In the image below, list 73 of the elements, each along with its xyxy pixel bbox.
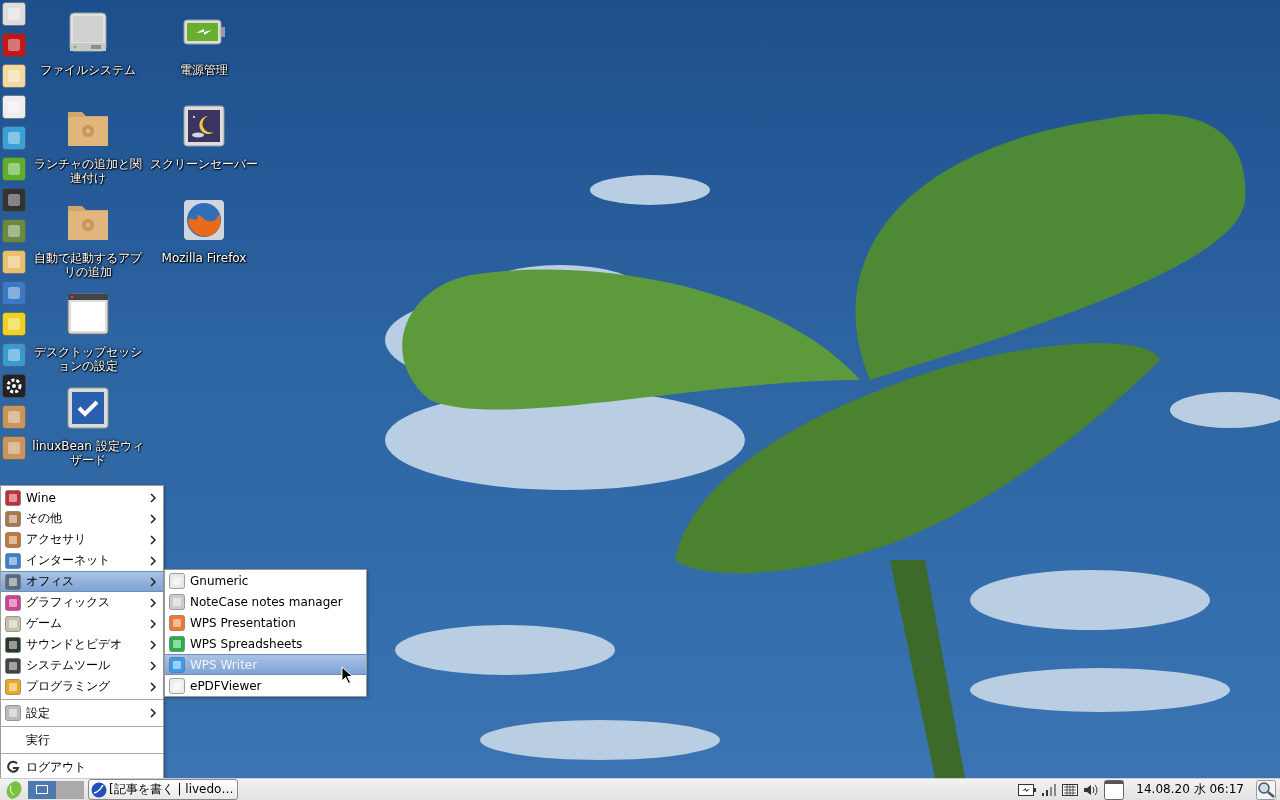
menu-item[interactable]: ゲーム — [1, 613, 163, 634]
category-icon — [5, 489, 21, 506]
window-icon[interactable] — [66, 292, 110, 336]
desktop-icon-label[interactable]: 自動で起動するアプリの追加 — [32, 251, 144, 279]
chevron-right-icon — [149, 639, 157, 650]
checkmark-icon[interactable] — [66, 386, 110, 430]
app-icon — [169, 677, 185, 694]
clock[interactable]: 14.08.20 水 06:17 — [1136, 781, 1244, 798]
menu-item[interactable]: プログラミング — [1, 676, 163, 697]
logout-icon — [5, 759, 21, 775]
menu-item[interactable]: WPS Spreadsheets — [165, 633, 366, 654]
chevron-right-icon — [149, 555, 157, 566]
category-icon — [5, 552, 21, 569]
speaker-icon[interactable] — [1084, 783, 1099, 796]
menu-item[interactable]: システムツール — [1, 655, 163, 676]
chevron-right-icon — [149, 513, 157, 524]
desktop-icon-label[interactable]: linuxBean 設定ウィザード — [32, 439, 144, 467]
desktop-icon-label[interactable]: ファイルシステム — [32, 63, 144, 77]
window-icon[interactable] — [1104, 779, 1125, 800]
chevron-right-icon — [149, 576, 157, 587]
desktop-icon-label[interactable]: 電源管理 — [148, 63, 260, 77]
app-icon — [169, 656, 185, 673]
window-outline-icon — [36, 785, 48, 794]
browser-globe-icon[interactable] — [182, 198, 226, 242]
browser-globe-icon — [91, 781, 107, 798]
menu-item[interactable]: その他 — [1, 508, 163, 529]
menu-item[interactable]: NoteCase notes manager — [165, 591, 366, 612]
category-icon — [5, 573, 21, 590]
chevron-right-icon — [149, 618, 157, 629]
taskbar-window-button[interactable]: [記事を書く | livedo… — [88, 779, 239, 800]
chevron-right-icon — [149, 708, 157, 718]
menu-item[interactable]: オフィス — [1, 571, 163, 592]
search-icon[interactable] — [1256, 779, 1276, 800]
category-icon — [5, 705, 21, 721]
menu-item[interactable]: アクセサリ — [1, 529, 163, 550]
menu-item[interactable]: 実行 — [1, 729, 163, 751]
app-icon — [169, 593, 185, 610]
gear-icon[interactable] — [2, 374, 26, 398]
keyboard-icon[interactable] — [1062, 783, 1079, 796]
signal-bars-icon[interactable] — [1042, 783, 1057, 796]
menu-item[interactable]: ログアウト — [1, 756, 163, 778]
menu-item[interactable]: WPS Presentation — [165, 612, 366, 633]
desktop-icon-label[interactable]: ランチャの追加と関連付け — [32, 157, 144, 185]
hard-drive-icon[interactable] — [66, 10, 110, 54]
app-icon — [169, 614, 185, 631]
category-icon — [5, 531, 21, 548]
menu-item[interactable]: 設定 — [1, 702, 163, 724]
desktop-icon-label[interactable]: デスクトップセッションの設定 — [32, 345, 144, 373]
desktop-icon-label[interactable]: Mozilla Firefox — [148, 251, 260, 265]
menu-item[interactable]: ePDFViewer — [165, 675, 366, 696]
chevron-right-icon — [149, 597, 157, 608]
moon-picture-icon[interactable] — [182, 104, 226, 148]
menu-item[interactable]: サウンドとビデオ — [1, 634, 163, 655]
category-icon — [5, 636, 21, 653]
app-icon — [169, 572, 185, 589]
menu-item[interactable]: Wine — [1, 487, 163, 508]
category-icon — [5, 615, 21, 632]
category-icon — [5, 510, 21, 527]
category-icon — [5, 657, 21, 674]
menu-item[interactable]: グラフィックス — [1, 592, 163, 613]
chevron-right-icon — [149, 534, 157, 545]
category-icon — [5, 678, 21, 695]
workspace-button[interactable] — [28, 780, 56, 799]
desktop-icon-label[interactable]: スクリーンセーバー — [148, 157, 260, 171]
category-icon — [5, 594, 21, 611]
chevron-right-icon — [149, 681, 157, 692]
mouse-pointer-icon — [341, 666, 353, 684]
app-icon — [169, 635, 185, 652]
chevron-right-icon — [149, 660, 157, 671]
chevron-right-icon — [149, 492, 157, 503]
battery-icon[interactable] — [1018, 783, 1037, 796]
menu-item[interactable]: Gnumeric — [165, 570, 366, 591]
menu-item[interactable]: インターネット — [1, 550, 163, 571]
